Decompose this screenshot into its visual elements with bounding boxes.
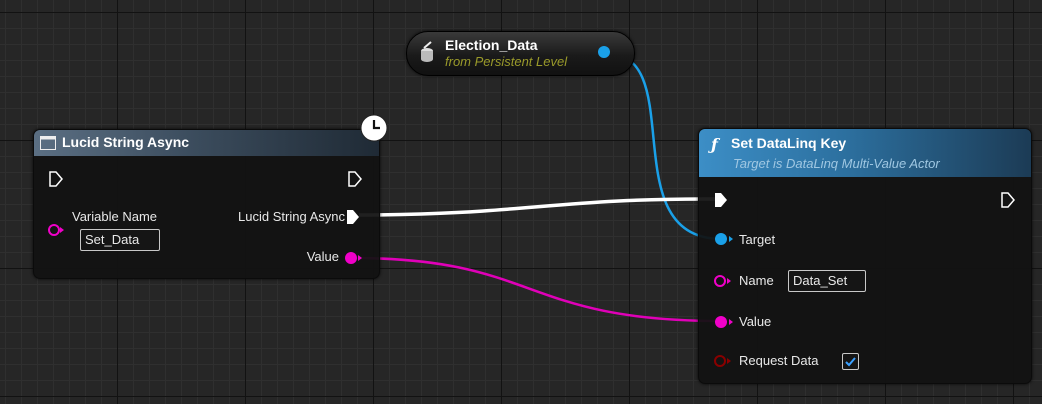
node-header: ƒ Set DataLinq Key Target is DataLinq Mu…: [699, 129, 1031, 177]
request-data-input-pin[interactable]: [713, 353, 735, 369]
string-wire[interactable]: [351, 256, 723, 323]
lucid-string-async-node[interactable]: Lucid String Async Variable Name Set_Dat…: [33, 129, 380, 279]
variable-name-input[interactable]: Set_Data: [80, 229, 160, 251]
variable-name-label: Variable Name: [72, 209, 158, 224]
node-title: Set DataLinq Key: [731, 135, 847, 151]
name-input[interactable]: Data_Set: [788, 270, 866, 292]
target-input-pin[interactable]: [713, 231, 735, 247]
value-input-pin[interactable]: [713, 314, 735, 330]
value-output-pin[interactable]: [343, 250, 363, 266]
function-icon: ƒ: [711, 135, 718, 154]
exec-input-pin[interactable]: [713, 191, 729, 209]
exec-output-pin[interactable]: [347, 170, 363, 188]
target-label: Target: [739, 232, 776, 247]
exec-wire[interactable]: [358, 197, 717, 217]
value-output-label: Value: [306, 249, 339, 264]
set-datalinq-key-node[interactable]: ƒ Set DataLinq Key Target is DataLinq Mu…: [698, 128, 1032, 384]
node-header: Lucid String Async: [34, 130, 379, 156]
node-icon: [40, 136, 56, 150]
exec-input-pin[interactable]: [48, 170, 64, 188]
async-exec-output-label: Lucid String Async: [238, 209, 345, 224]
name-label: Name: [739, 273, 774, 288]
variable-node-election-data[interactable]: Election_Data from Persistent Level: [406, 31, 635, 76]
clock-icon: [360, 114, 388, 142]
node-title: Lucid String Async: [62, 134, 190, 150]
name-input-pin[interactable]: [713, 273, 735, 289]
node-subtitle: Target is DataLinq Multi-Value Actor: [733, 156, 940, 171]
variable-icon: [421, 41, 433, 62]
request-data-checkbox[interactable]: [842, 353, 859, 370]
value-label: Value: [739, 314, 772, 329]
request-data-label: Request Data: [739, 353, 819, 368]
variable-output-pin[interactable]: [597, 45, 613, 61]
exec-output-pin[interactable]: [1000, 191, 1016, 209]
checkmark-icon: [845, 357, 856, 367]
variable-name-input-pin[interactable]: [48, 223, 66, 237]
variable-name: Election_Data: [445, 37, 538, 53]
variable-subtitle: from Persistent Level: [445, 54, 568, 69]
async-exec-output-pin[interactable]: [345, 208, 361, 226]
